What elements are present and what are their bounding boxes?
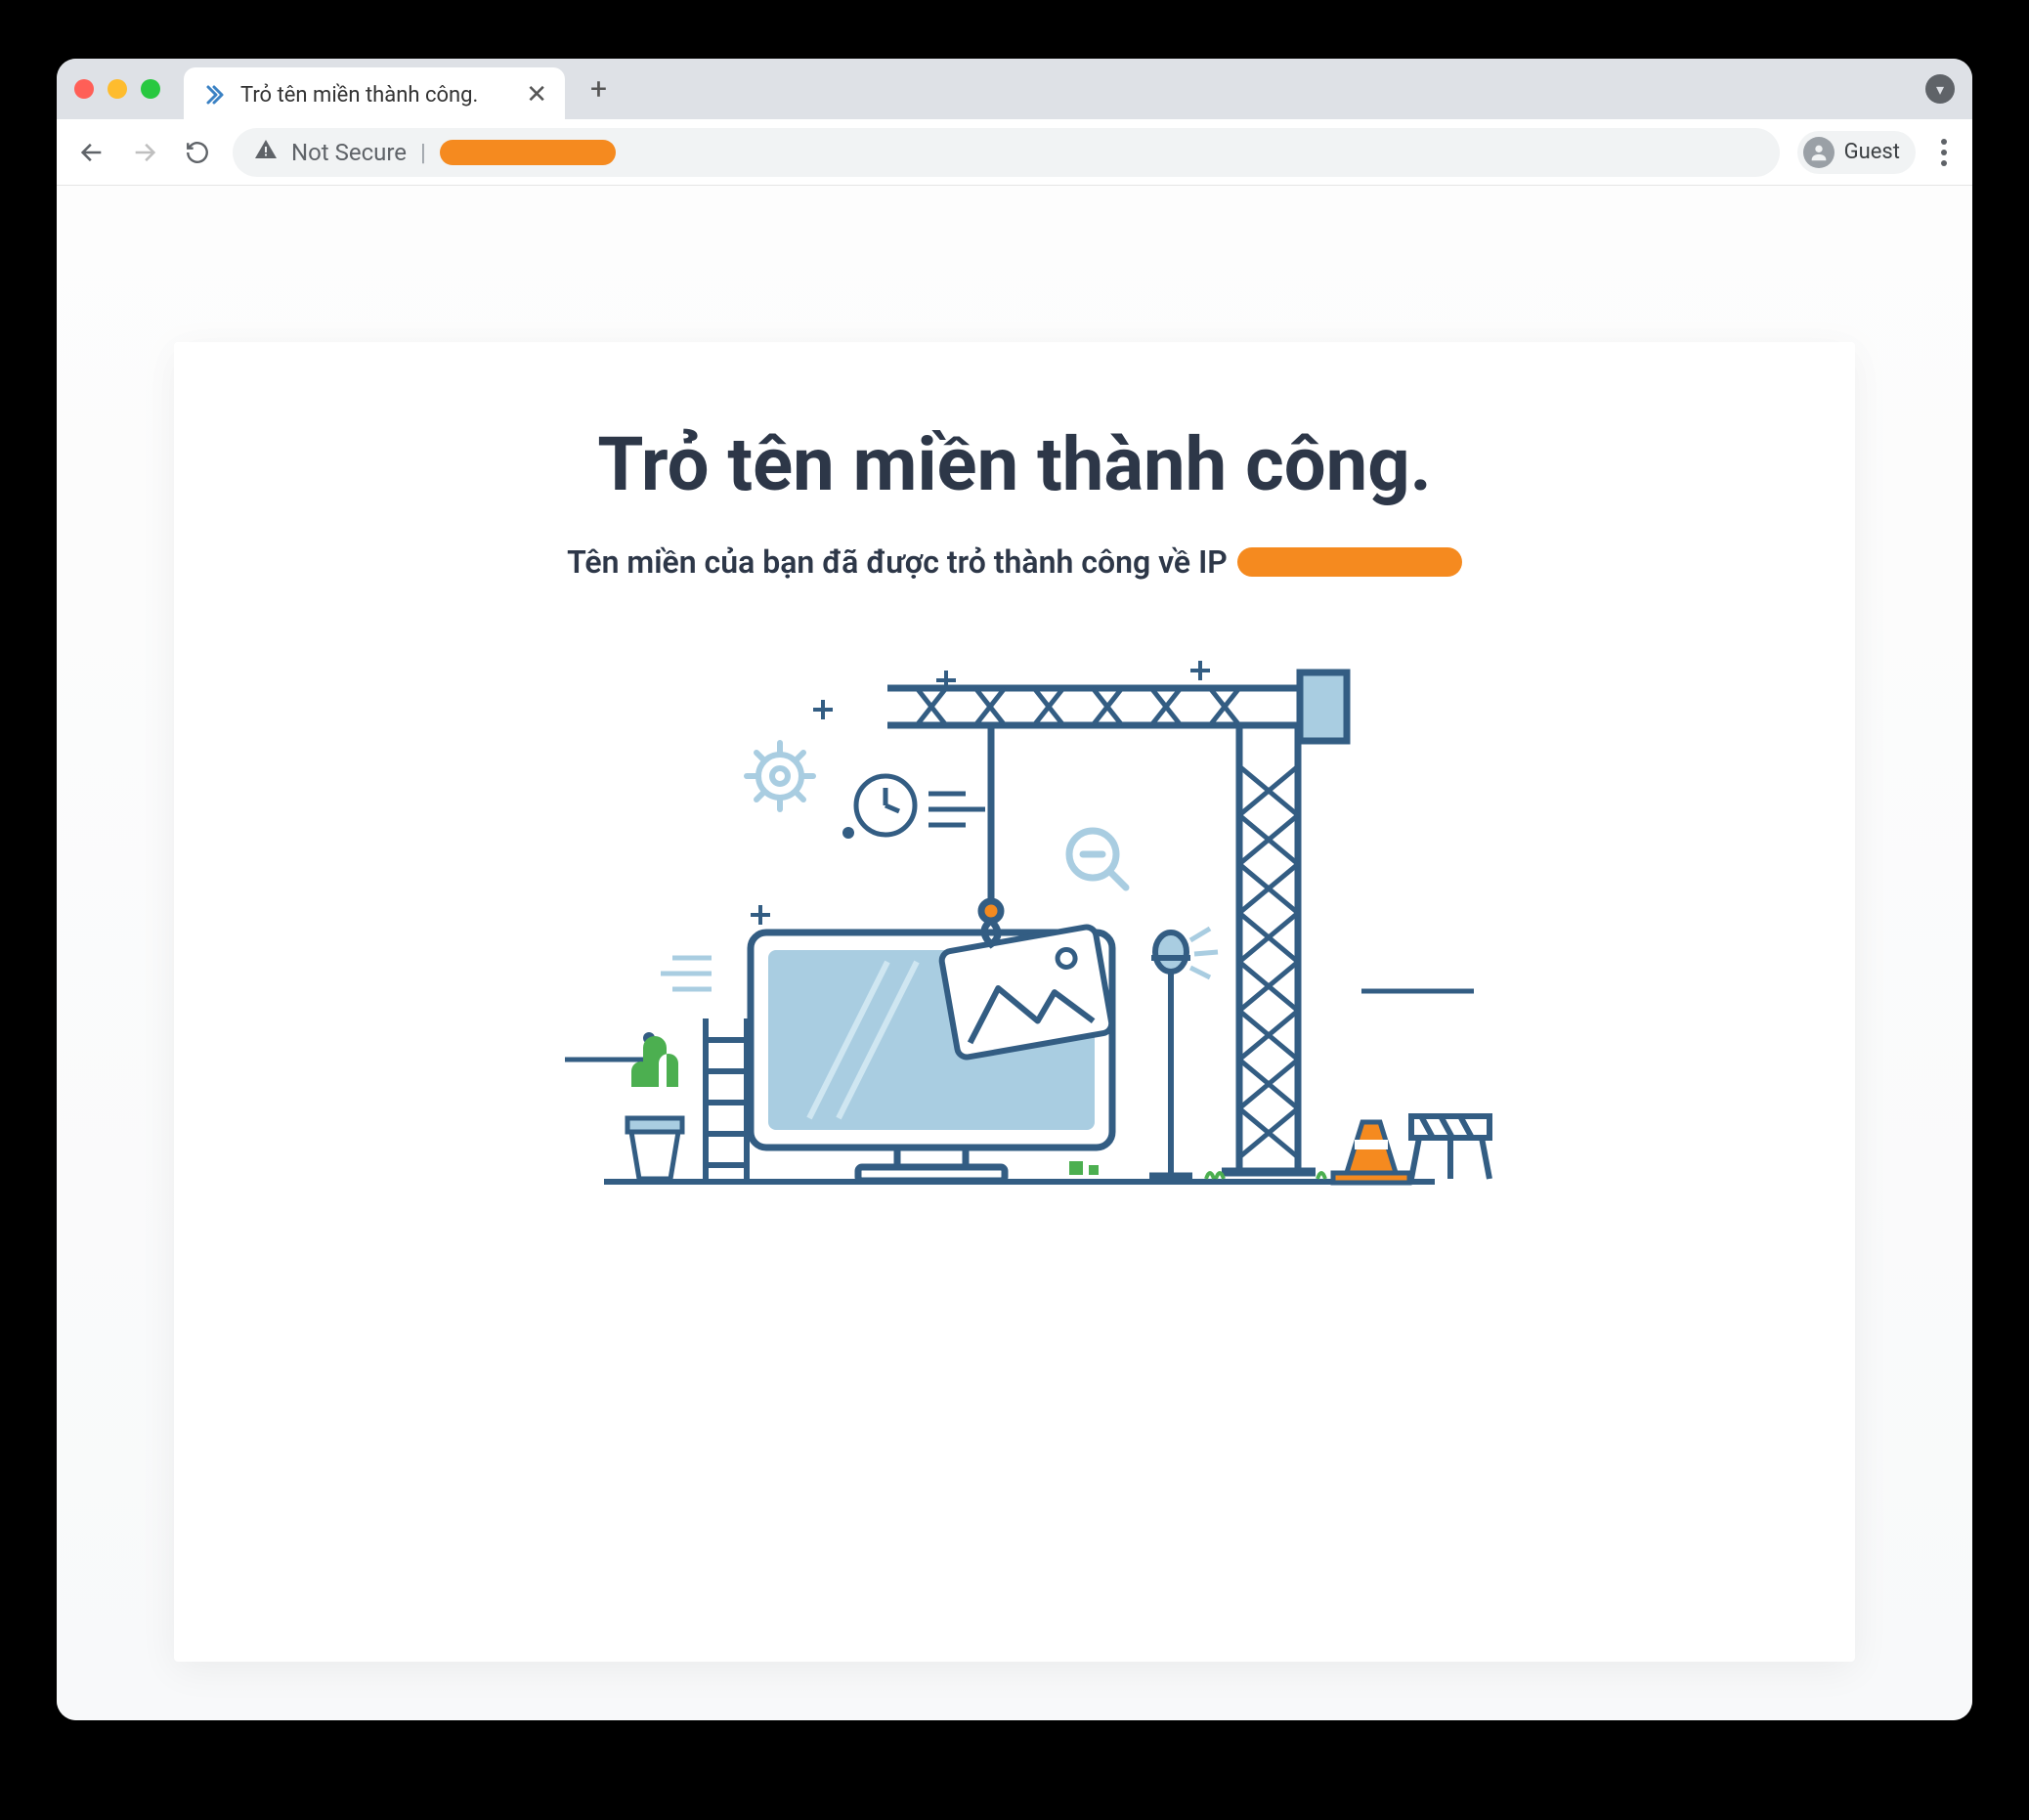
window-maximize-button[interactable] <box>141 79 160 99</box>
construction-illustration <box>213 629 1816 1235</box>
tab-list-button[interactable]: ▾ <box>1925 74 1955 104</box>
forward-button[interactable] <box>127 135 162 170</box>
back-button[interactable] <box>74 135 109 170</box>
page-viewport: Trỏ tên miền thành công. Tên miền của bạ… <box>57 186 1972 1720</box>
content-card: Trỏ tên miền thành công. Tên miền của bạ… <box>174 342 1855 1662</box>
reload-button[interactable] <box>180 135 215 170</box>
page-subtitle: Tên miền của bạn đã được trỏ thành công … <box>567 543 1462 581</box>
browser-window: Trỏ tên miền thành công. ✕ + ▾ No <box>57 59 1972 1720</box>
browser-chrome: Trỏ tên miền thành công. ✕ + ▾ No <box>57 59 1972 186</box>
warning-icon <box>254 138 278 167</box>
cone-icon <box>1333 1122 1409 1183</box>
guest-avatar-icon <box>1803 137 1835 168</box>
window-controls <box>74 79 160 99</box>
window-minimize-button[interactable] <box>108 79 127 99</box>
chevrons-right-icon <box>201 82 227 108</box>
window-close-button[interactable] <box>74 79 94 99</box>
profile-label: Guest <box>1844 140 1900 164</box>
new-tab-button[interactable]: + <box>590 72 607 107</box>
chevron-down-icon: ▾ <box>1936 80 1944 99</box>
tab-bar: Trỏ tên miền thành công. ✕ + ▾ <box>57 59 1972 119</box>
close-icon[interactable]: ✕ <box>526 82 547 108</box>
tab-title: Trỏ tên miền thành công. <box>240 83 512 108</box>
ip-redacted <box>1237 547 1462 577</box>
toolbar: Not Secure | Guest <box>57 119 1972 186</box>
barrier-icon <box>1411 1116 1489 1179</box>
url-redacted <box>440 140 616 165</box>
page-title: Trỏ tên miền thành công. <box>213 420 1816 508</box>
separator: | <box>420 139 426 166</box>
profile-button[interactable]: Guest <box>1797 131 1916 174</box>
browser-menu-button[interactable] <box>1933 139 1955 166</box>
subtitle-text: Tên miền của bạn đã được trỏ thành công … <box>567 543 1228 581</box>
security-status-label: Not Secure <box>291 139 407 166</box>
browser-tab[interactable]: Trỏ tên miền thành công. ✕ <box>184 67 565 122</box>
address-bar[interactable]: Not Secure | <box>233 128 1780 177</box>
